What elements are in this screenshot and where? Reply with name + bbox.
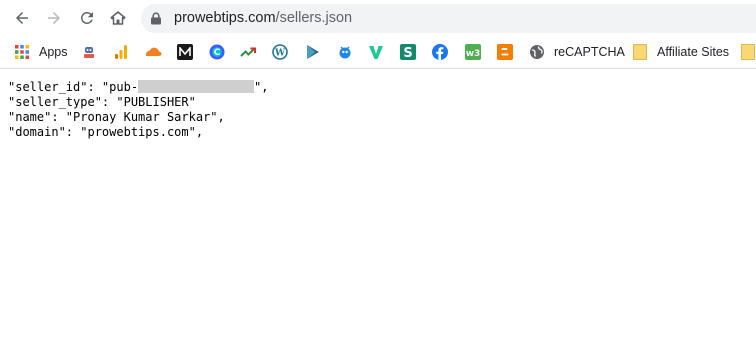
url-text: prowebtips.com/sellers.json	[174, 10, 352, 26]
bookmark-w3[interactable]: w3	[465, 42, 481, 62]
svg-text:S: S	[403, 46, 412, 60]
bookmark-c-site[interactable]: C	[209, 42, 225, 62]
bookmark-apps-label: Apps	[39, 45, 68, 59]
seller-id-prefix: "seller_id": "pub-	[8, 80, 139, 94]
home-icon	[110, 11, 126, 25]
forward-arrow-icon	[48, 12, 60, 24]
bookmark-s-site[interactable]: S	[400, 42, 416, 62]
bookmark-medium[interactable]	[177, 42, 193, 62]
v-check-icon	[369, 46, 383, 59]
bookmark-analytics[interactable]	[113, 42, 129, 62]
url-path: /sellers.json	[275, 10, 353, 26]
bookmark-apps[interactable]: Apps	[14, 42, 68, 62]
bookmark-wordpress[interactable]: W	[272, 42, 288, 62]
blogger-icon	[497, 44, 513, 60]
folder-icon-overflow	[741, 44, 755, 60]
bookmark-folder-overflow[interactable]	[741, 42, 755, 62]
facebook-icon	[432, 44, 448, 60]
json-line-domain: "domain": "prowebtips.com",	[8, 125, 204, 139]
bookmark-facebook[interactable]	[432, 42, 448, 62]
bookmark-recaptcha[interactable]: reCAPTCHA	[529, 42, 625, 62]
bookmark-bird[interactable]	[337, 42, 353, 62]
bookmark-trend[interactable]	[240, 42, 256, 62]
reload-icon	[80, 11, 93, 24]
bookmarks-bar: Apps C W S w3 reCAPTCHA Affiliate Sites	[0, 36, 756, 69]
bookmark-affiliate-folder[interactable]: Affiliate Sites	[633, 42, 729, 62]
bird-icon	[339, 46, 351, 59]
bookmark-blogger[interactable]	[497, 42, 513, 62]
back-arrow-icon	[16, 12, 28, 24]
trend-arrow-icon	[240, 47, 256, 57]
bookmark-cloudflare[interactable]	[144, 42, 162, 62]
browser-toolbar: prowebtips.com/sellers.json	[0, 0, 756, 36]
svg-text:W: W	[274, 49, 286, 59]
globe-icon	[530, 45, 544, 59]
medium-icon	[177, 44, 193, 60]
bookmark-play[interactable]	[305, 42, 321, 62]
folder-icon	[633, 44, 647, 60]
w3-icon: w3	[465, 44, 481, 60]
s-letter-icon: S	[400, 44, 416, 60]
play-store-icon	[307, 45, 319, 59]
json-line-name: "name": "Pronay Kumar Sarkar",	[8, 110, 225, 124]
url-host: prowebtips.com	[174, 10, 276, 26]
json-line-seller-type: "seller_type": "PUBLISHER"	[8, 95, 196, 109]
svg-text:w3: w3	[466, 49, 481, 59]
analytics-icon	[115, 45, 127, 59]
forward-button[interactable]	[42, 6, 66, 30]
address-bar[interactable]: prowebtips.com/sellers.json	[141, 4, 756, 33]
svg-text:C: C	[214, 48, 221, 58]
seller-id-suffix: ",	[254, 80, 269, 94]
bookmark-affiliate-label: Affiliate Sites	[657, 45, 730, 59]
back-button[interactable]	[10, 6, 34, 30]
redacted-publisher-id	[138, 80, 255, 93]
bookmark-v-site[interactable]	[368, 42, 384, 62]
robot-icon	[84, 47, 94, 58]
json-line-seller-id: "seller_id": "pub- ",	[8, 80, 269, 95]
apps-grid-icon	[15, 45, 29, 59]
lock-icon	[151, 12, 161, 25]
bookmark-recaptcha-label: reCAPTCHA	[554, 45, 625, 59]
wordpress-icon: W	[272, 44, 288, 60]
home-button[interactable]	[106, 6, 130, 30]
c-circle-icon: C	[209, 44, 225, 60]
json-content: "seller_id": "pub- ", "seller_type": "PUBL…	[8, 80, 269, 140]
bookmark-robot[interactable]	[81, 42, 97, 62]
cloudflare-icon	[146, 47, 162, 56]
reload-button[interactable]	[75, 6, 99, 30]
